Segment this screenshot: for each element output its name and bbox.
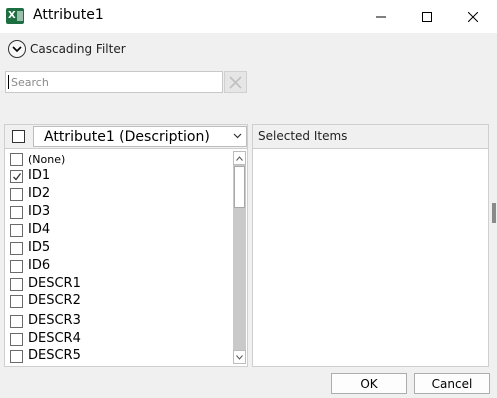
selected-items-header: Selected Items xyxy=(252,124,489,148)
scroll-up-button[interactable] xyxy=(233,151,246,165)
checkmark-icon xyxy=(13,173,22,181)
scrollbar-thumb[interactable] xyxy=(234,166,245,208)
close-icon xyxy=(229,75,242,89)
chevron-down-icon xyxy=(233,133,242,139)
list-item-label: ID4 xyxy=(28,222,51,237)
chevron-down-icon xyxy=(236,354,243,360)
selected-items-title: Selected Items xyxy=(258,129,348,143)
checkbox[interactable] xyxy=(10,206,23,219)
checkbox[interactable] xyxy=(10,260,23,273)
list-item-label: ID5 xyxy=(28,240,51,255)
column-select[interactable]: Attribute1 (Description) xyxy=(33,126,247,147)
search-box[interactable] xyxy=(5,71,223,93)
checkbox[interactable] xyxy=(10,224,23,237)
cascading-filter-toggle[interactable] xyxy=(8,40,26,58)
close-button[interactable] xyxy=(450,0,496,33)
select-all-checkbox[interactable] xyxy=(12,130,25,143)
cancel-button[interactable]: Cancel xyxy=(414,373,490,394)
checkbox[interactable] xyxy=(10,278,23,291)
cascading-filter-label: Cascading Filter xyxy=(30,42,126,56)
vertical-scrollbar[interactable] xyxy=(233,151,246,364)
column-select-value: Attribute1 (Description) xyxy=(44,129,210,145)
checkbox[interactable] xyxy=(10,315,23,328)
chevron-up-icon xyxy=(236,155,243,161)
list-item-label: ID6 xyxy=(28,258,51,273)
search-input[interactable] xyxy=(6,72,222,92)
scroll-down-button[interactable] xyxy=(233,350,246,364)
chevron-down-circle-icon xyxy=(12,46,22,53)
list-item-label: DESCR4 xyxy=(28,331,81,346)
close-icon xyxy=(468,11,478,22)
checkbox-checked[interactable] xyxy=(10,170,23,183)
minimize-button[interactable] xyxy=(358,0,404,33)
list-item-label: ID3 xyxy=(28,204,51,219)
checkbox[interactable] xyxy=(10,350,23,363)
excel-icon: X xyxy=(6,8,24,24)
list-item-label: DESCR1 xyxy=(28,276,81,291)
checkbox[interactable] xyxy=(10,188,23,201)
list-header: Attribute1 (Description) xyxy=(4,124,248,148)
value-list[interactable]: (None) ID1 ID2 ID3 ID4 ID5 ID6 DESCR1 DE… xyxy=(4,148,248,367)
maximize-icon xyxy=(422,11,432,22)
list-item-label: DESCR5 xyxy=(28,348,81,363)
selected-items-list[interactable] xyxy=(252,148,489,367)
checkbox[interactable] xyxy=(10,295,23,308)
resize-grip[interactable] xyxy=(492,203,496,223)
list-item-label: ID2 xyxy=(28,186,51,201)
minimize-icon xyxy=(376,16,386,17)
checkbox[interactable] xyxy=(10,153,23,166)
text-caret xyxy=(8,75,9,89)
ok-button[interactable]: OK xyxy=(331,373,407,394)
title-bar: X Attribute1 xyxy=(0,0,497,33)
window-title: Attribute1 xyxy=(33,7,104,23)
list-item-label: DESCR3 xyxy=(28,313,81,328)
list-item-label: DESCR2 xyxy=(28,293,81,308)
list-item-label: ID1 xyxy=(28,168,51,183)
maximize-button[interactable] xyxy=(404,0,450,33)
clear-search-button[interactable] xyxy=(224,71,247,93)
excel-icon-letter: X xyxy=(8,10,16,21)
checkbox[interactable] xyxy=(10,333,23,346)
list-item-label: (None) xyxy=(28,153,66,166)
checkbox[interactable] xyxy=(10,242,23,255)
